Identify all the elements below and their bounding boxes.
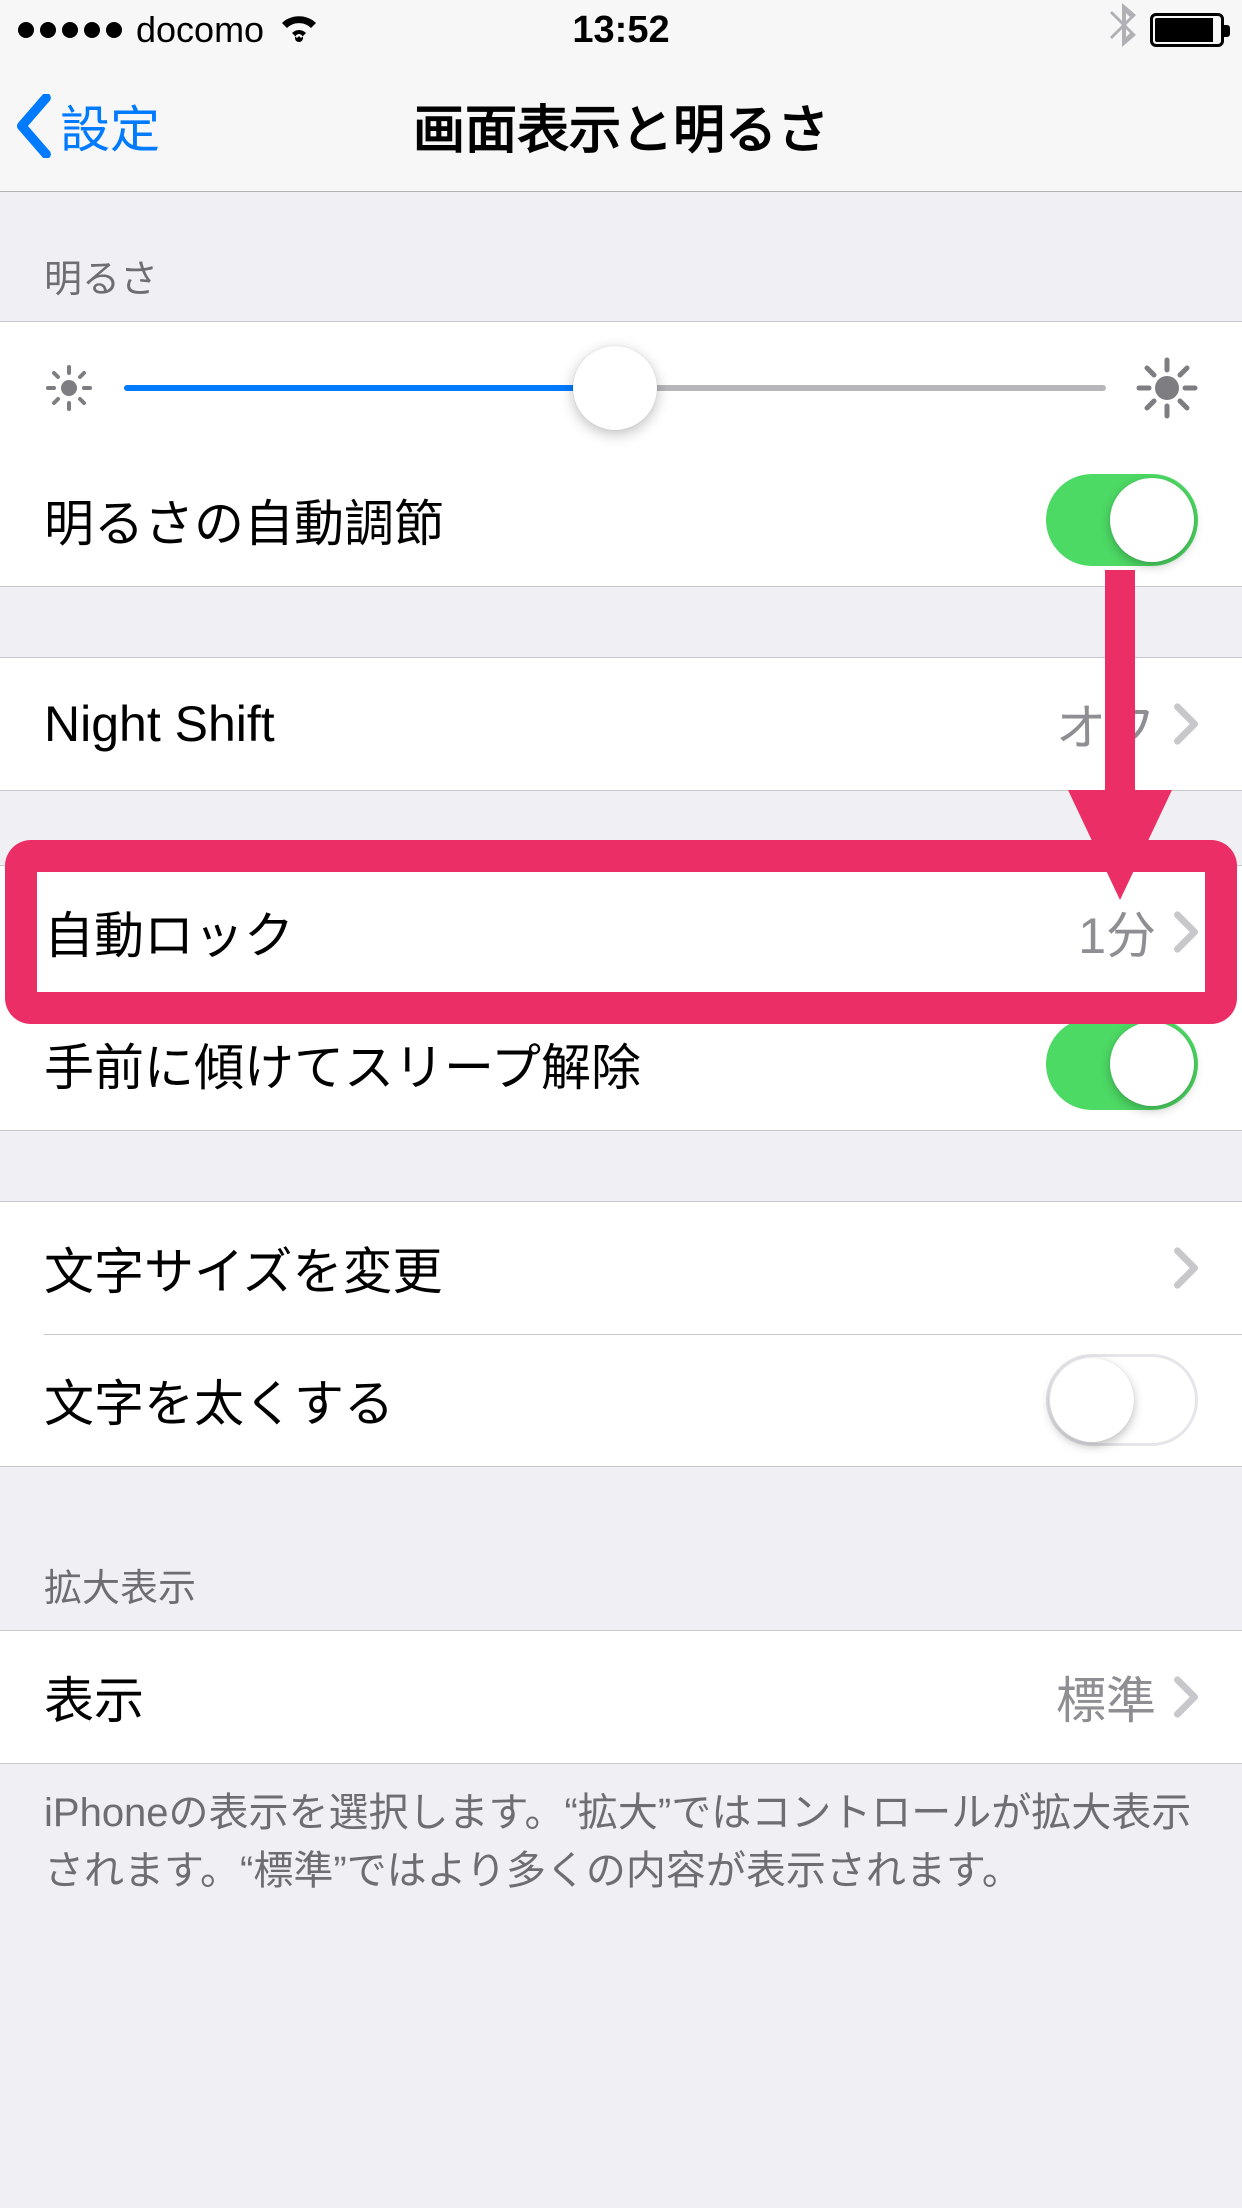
back-label: 設定 [60,90,160,162]
brightness-slider-row [0,322,1242,454]
zoom-footer: iPhoneの表示を選択します。“拡大”ではコントロールが拡大表示されます。“標… [0,1764,1242,1940]
battery-icon [1150,13,1224,47]
night-shift-row[interactable]: Night Shift オフ [0,658,1242,790]
chevron-left-icon [14,94,52,158]
chevron-right-icon [1174,703,1198,745]
status-left: docomo [18,9,320,51]
night-shift-label: Night Shift [44,695,1056,753]
section-header-zoom: 拡大表示 [0,1467,1242,1630]
back-button[interactable]: 設定 [0,90,160,162]
brightness-slider[interactable] [124,385,1106,391]
chevron-right-icon [1174,1247,1198,1289]
view-label: 表示 [44,1661,1056,1733]
text-size-label: 文字サイズを変更 [44,1232,1174,1304]
brightness-group: 明るさの自動調節 [0,321,1242,587]
view-row[interactable]: 表示 標準 [0,1631,1242,1763]
bold-text-row: 文字を太くする [0,1334,1242,1466]
signal-strength-icon [18,22,122,38]
status-bar: docomo 13:52 [0,0,1242,60]
raise-to-wake-row: 手前に傾けてスリープ解除 [0,998,1242,1130]
auto-lock-row[interactable]: 自動ロック 1分 [0,866,1242,998]
nav-bar: 設定 画面表示と明るさ [0,60,1242,192]
auto-lock-label: 自動ロック [44,896,1078,968]
auto-brightness-label: 明るさの自動調節 [44,484,1046,556]
raise-to-wake-toggle[interactable] [1046,1018,1198,1110]
page-title: 画面表示と明るさ [413,88,829,163]
night-shift-group: Night Shift オフ [0,657,1242,791]
bold-text-toggle[interactable] [1046,1354,1198,1446]
section-header-brightness: 明るさ [0,192,1242,321]
status-time: 13:52 [572,9,669,52]
view-value: 標準 [1056,1661,1156,1733]
bluetooth-icon [1110,3,1136,57]
text-group: 文字サイズを変更 文字を太くする [0,1201,1242,1467]
raise-to-wake-label: 手前に傾けてスリープ解除 [44,1028,1046,1100]
brightness-slider-thumb[interactable] [573,346,657,430]
auto-brightness-toggle[interactable] [1046,474,1198,566]
auto-brightness-row: 明るさの自動調節 [0,454,1242,586]
status-right [1110,3,1224,57]
text-size-row[interactable]: 文字サイズを変更 [0,1202,1242,1334]
lock-group: 自動ロック 1分 手前に傾けてスリープ解除 [0,865,1242,1131]
wifi-icon [278,9,320,51]
auto-lock-value: 1分 [1078,896,1156,968]
chevron-right-icon [1174,911,1198,953]
carrier-label: docomo [136,9,264,51]
bold-text-label: 文字を太くする [44,1364,1046,1436]
brightness-low-icon [44,363,94,413]
chevron-right-icon [1174,1676,1198,1718]
night-shift-value: オフ [1056,688,1156,760]
brightness-high-icon [1136,357,1198,419]
zoom-group: 表示 標準 [0,1630,1242,1764]
